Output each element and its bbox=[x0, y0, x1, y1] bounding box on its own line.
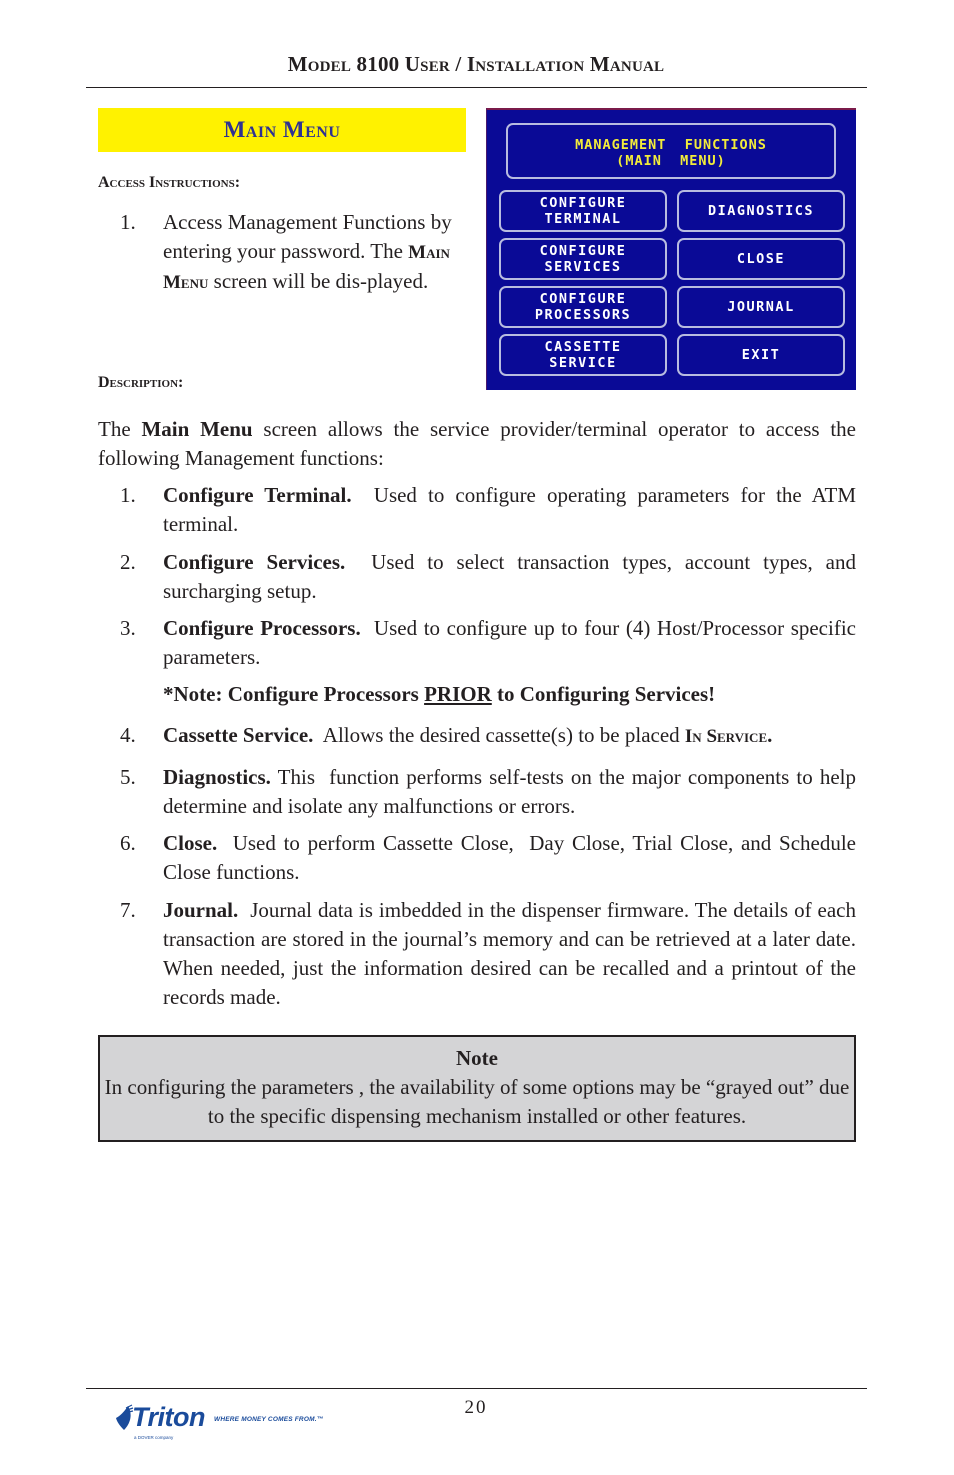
logo-tagline: WHERE MONEY COMES FROM.™ bbox=[214, 1416, 324, 1423]
item-number: 6. bbox=[120, 831, 136, 855]
item-number: 2. bbox=[120, 550, 136, 574]
item-term: Configure Terminal. bbox=[163, 483, 352, 507]
page-number: 20 bbox=[464, 1397, 488, 1418]
triton-sail-icon bbox=[116, 1404, 134, 1430]
atm-main-menu-screenshot: MANAGEMENT FUNCTIONS (MAIN MENU) CONFIGU… bbox=[486, 108, 856, 390]
item-number: 7. bbox=[120, 898, 136, 922]
note-title: Note bbox=[456, 1046, 498, 1070]
function-item: 5. Diagnostics. This function performs s… bbox=[98, 763, 856, 821]
item-text: Journal data is imbedded in the dispense… bbox=[163, 898, 867, 1009]
intro-pre: The bbox=[98, 417, 142, 441]
function-item: 2. Configure Services. Used to select tr… bbox=[98, 548, 856, 606]
item-text: Allows the desired cassette(s) to be pla… bbox=[313, 723, 685, 747]
function-item: 6. Close. Used to perform Cassette Close… bbox=[98, 829, 856, 887]
atm-close-button[interactable]: CLOSE bbox=[677, 238, 845, 280]
access-step-1: 1. Access Management Functions by enteri… bbox=[98, 208, 468, 297]
item-number: 4. bbox=[120, 723, 136, 747]
note-post: to Configuring Services! bbox=[491, 682, 716, 706]
logo-subtext: a DOVER company bbox=[134, 1435, 174, 1440]
note-underlined: PRIOR bbox=[424, 682, 492, 706]
atm-screen-title: MANAGEMENT FUNCTIONS (MAIN MENU) bbox=[506, 123, 836, 179]
section-title: Main Menu bbox=[223, 117, 341, 142]
item-term: Journal. bbox=[163, 898, 239, 922]
atm-configure-services-button[interactable]: CONFIGURE SERVICES bbox=[499, 238, 667, 280]
section-banner: Main Menu bbox=[98, 108, 466, 152]
atm-diagnostics-button[interactable]: DIAGNOSTICS bbox=[677, 190, 845, 232]
step-text-post: screen will be dis-played. bbox=[208, 269, 429, 293]
access-instructions-heading: Access Instructions: bbox=[98, 174, 241, 191]
atm-cassette-service-button[interactable]: CASSETTE SERVICE bbox=[499, 334, 667, 376]
page-header-title: Model 8100 User / Installation Manual bbox=[287, 52, 665, 76]
item-number: 5. bbox=[120, 765, 136, 789]
footer-rule bbox=[86, 1388, 867, 1389]
intro-bold: Main Menu bbox=[141, 417, 253, 441]
description-heading: Description: bbox=[98, 374, 184, 391]
item-term: Cassette Service. bbox=[163, 723, 314, 747]
item-post: . bbox=[767, 723, 773, 747]
function-item: 7. Journal. Journal data is imbedded in … bbox=[98, 896, 856, 1012]
note-box: Note In configuring the parameters , the… bbox=[98, 1035, 856, 1142]
atm-title-line-2: (MAIN MENU) bbox=[616, 153, 726, 169]
processor-note: *Note: Configure Processors PRIOR to Con… bbox=[98, 680, 856, 709]
atm-configure-terminal-button[interactable]: CONFIGURE TERMINAL bbox=[499, 190, 667, 232]
atm-title-line-1: MANAGEMENT FUNCTIONS bbox=[575, 137, 767, 153]
function-item: 1. Configure Terminal. Used to configure… bbox=[98, 481, 856, 539]
note-text: In configuring the parameters , the avai… bbox=[104, 1075, 850, 1128]
atm-configure-processors-button[interactable]: CONFIGURE PROCESSORS bbox=[499, 286, 667, 328]
function-item: 4. Cassette Service. Allows the desired … bbox=[98, 721, 856, 751]
item-number: 1. bbox=[120, 483, 136, 507]
logo-wordmark: Triton bbox=[132, 1402, 206, 1432]
in-service-term: In Service bbox=[684, 726, 768, 747]
header-rule bbox=[86, 87, 867, 88]
item-term: Close. bbox=[163, 831, 218, 855]
atm-exit-button[interactable]: EXIT bbox=[677, 334, 845, 376]
triton-logo: Triton WHERE MONEY COMES FROM.™ a DOVER … bbox=[110, 1400, 330, 1448]
note-pre: *Note: Configure Processors bbox=[163, 682, 425, 706]
item-term: Configure Services. bbox=[163, 550, 346, 574]
atm-journal-button[interactable]: JOURNAL bbox=[677, 286, 845, 328]
item-number: 3. bbox=[120, 616, 136, 640]
step-number: 1. bbox=[120, 210, 136, 234]
description-intro: The Main Menu screen allows the service … bbox=[98, 415, 856, 473]
step-text: Access Management Functions by entering … bbox=[163, 208, 468, 297]
item-text: Used to perform Cassette Close, Day Clos… bbox=[163, 831, 862, 884]
item-term: Configure Processors. bbox=[163, 616, 361, 640]
function-item: 3. Configure Processors. Used to configu… bbox=[98, 614, 856, 672]
item-term: Diagnostics. bbox=[163, 765, 271, 789]
